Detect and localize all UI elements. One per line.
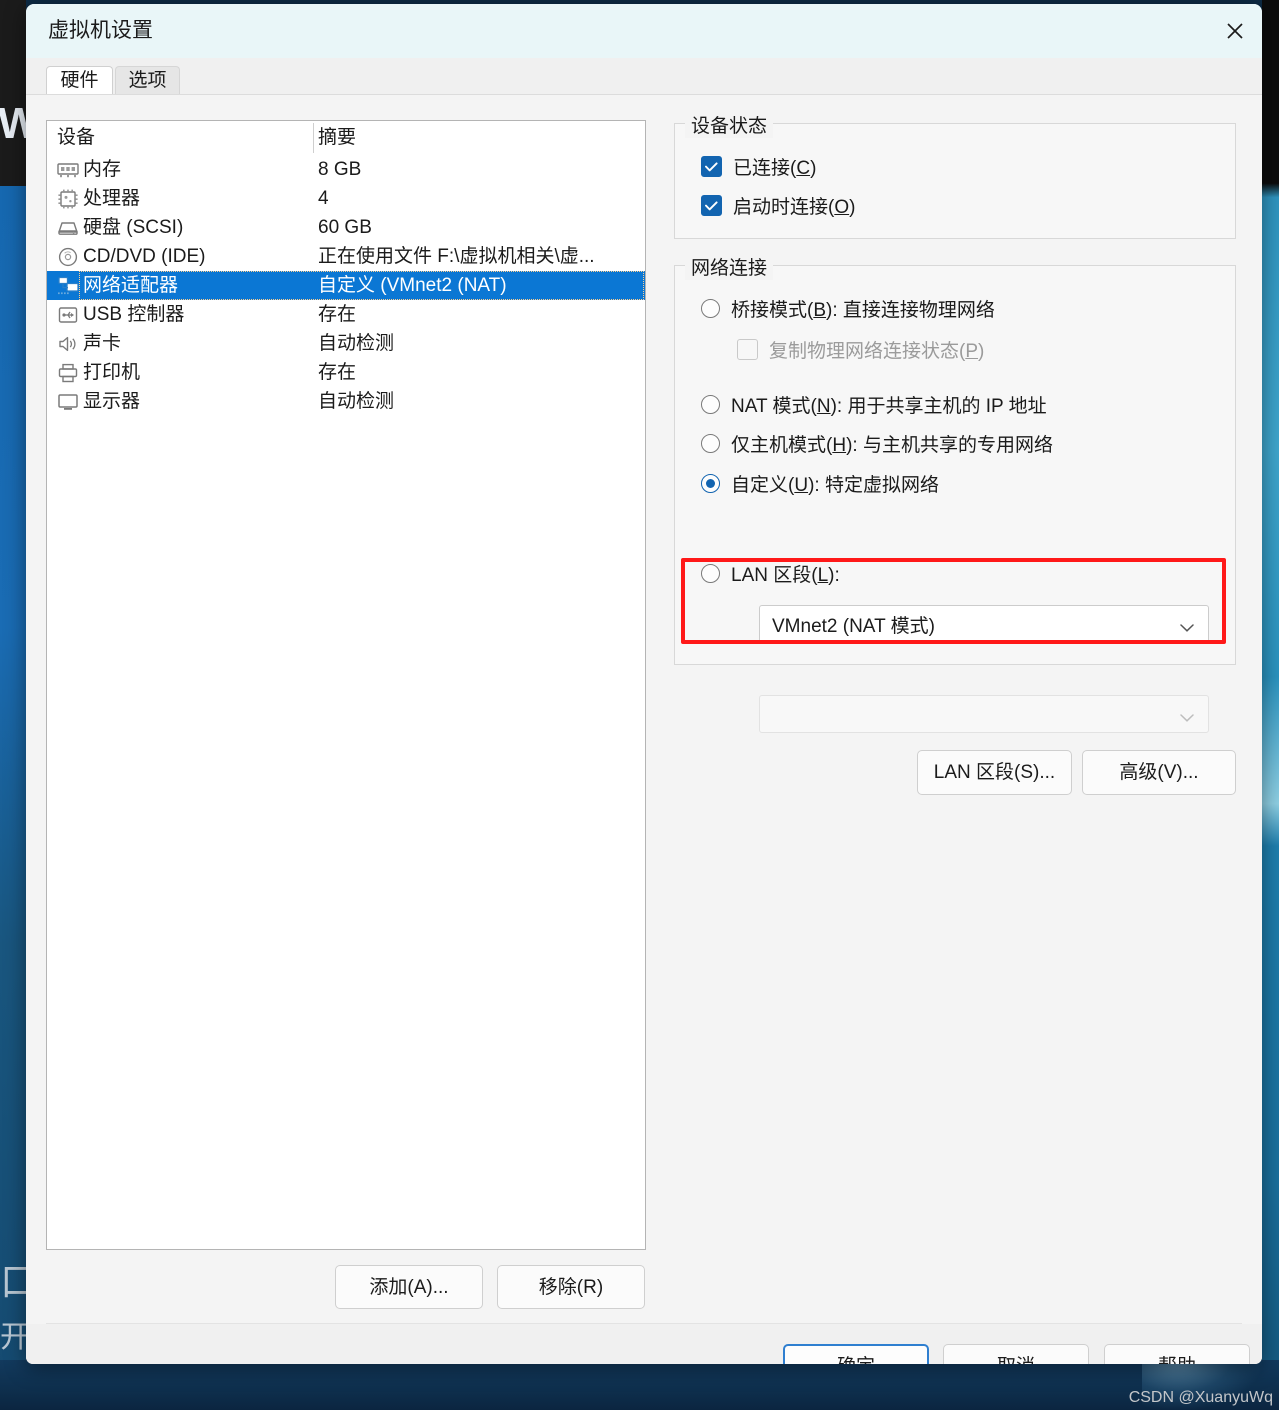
custom-network-value: VMnet2 (NAT 模式) xyxy=(772,615,935,637)
sound-icon xyxy=(55,335,81,353)
table-row[interactable]: 内存 8 GB xyxy=(47,155,645,184)
tab-options[interactable]: 选项 xyxy=(115,66,180,94)
backdrop-right-panel xyxy=(1262,0,1279,1410)
radio-custom[interactable]: 自定义(U): 特定虚拟网络 xyxy=(701,470,939,497)
device-summary: 存在 xyxy=(318,304,357,325)
radio-host-only[interactable]: 仅主机模式(H): 与主机共享的专用网络 xyxy=(701,430,1053,457)
backdrop-left-glyph-2: 开 xyxy=(0,1321,26,1354)
add-button[interactable]: 添加(A)... xyxy=(335,1265,483,1309)
device-name: CD/DVD (IDE) xyxy=(83,246,206,267)
backdrop-dark-strip xyxy=(0,0,26,186)
table-row[interactable]: 处理器 4 xyxy=(47,184,645,213)
checkbox-connected[interactable]: 已连接(C) xyxy=(701,153,816,180)
device-summary: 8 GB xyxy=(318,159,362,180)
checkbox-replicate-label: 复制物理网络连接状态(P) xyxy=(769,341,985,362)
checkbox-connect-at-poweron-label: 启动时连接(O) xyxy=(733,197,856,218)
network-icon xyxy=(55,276,81,296)
watermark: CSDN @XuanyuWq xyxy=(1128,1389,1273,1406)
device-list-header: 设备 摘要 xyxy=(47,121,645,155)
radio-selected-icon xyxy=(701,474,720,493)
lan-segment-dropdown[interactable] xyxy=(759,695,1209,733)
table-row[interactable]: CD/DVD (IDE) 正在使用文件 F:\虚拟机相关\虚... xyxy=(47,242,645,271)
device-summary: 自定义 (VMnet2 (NAT) xyxy=(318,275,507,296)
ok-button[interactable]: 确定 xyxy=(783,1344,929,1364)
checkbox-replicate-physical-state[interactable]: 复制物理网络连接状态(P) xyxy=(737,336,984,363)
tab-strip: 硬件 选项 xyxy=(26,58,1262,94)
device-name: 硬盘 (SCSI) xyxy=(83,217,184,238)
device-name: 处理器 xyxy=(83,188,141,209)
title-bar: 虚拟机设置 xyxy=(26,4,1262,58)
radio-circle-icon xyxy=(701,299,720,318)
radio-host-only-label: 仅主机模式(H): 与主机共享的专用网络 xyxy=(731,435,1053,456)
advanced-button[interactable]: 高级(V)... xyxy=(1082,750,1236,795)
radio-lan-segment[interactable]: LAN 区段(L): xyxy=(701,560,840,587)
display-icon xyxy=(55,393,81,411)
column-header-summary: 摘要 xyxy=(318,127,357,148)
column-divider xyxy=(313,123,314,153)
radio-custom-label: 自定义(U): 特定虚拟网络 xyxy=(731,475,939,496)
radio-circle-icon xyxy=(701,395,720,414)
device-summary: 自动检测 xyxy=(318,333,395,354)
tab-hardware[interactable]: 硬件 xyxy=(46,66,113,94)
cancel-button[interactable]: 取消 xyxy=(943,1344,1089,1364)
device-summary: 正在使用文件 F:\虚拟机相关\虚... xyxy=(318,246,595,267)
close-icon[interactable] xyxy=(1208,4,1262,58)
page-title: 虚拟机设置 xyxy=(48,19,153,42)
harddisk-icon xyxy=(55,220,81,236)
checkbox-empty-icon xyxy=(737,339,758,360)
device-name: USB 控制器 xyxy=(83,304,185,325)
radio-circle-icon xyxy=(701,434,720,453)
chevron-down-icon xyxy=(1180,710,1194,722)
radio-bridged-label: 桥接模式(B): 直接连接物理网络 xyxy=(731,300,995,321)
remove-button[interactable]: 移除(R) xyxy=(497,1265,645,1309)
vm-settings-dialog: 虚拟机设置 硬件 选项 设备 摘要 内存 8 GB 处理器 4 硬盘 (SCSI… xyxy=(26,4,1262,1364)
processor-icon xyxy=(55,189,81,209)
device-summary: 60 GB xyxy=(318,217,372,238)
radio-nat-label: NAT 模式(N): 用于共享主机的 IP 地址 xyxy=(731,396,1047,417)
device-summary: 自动检测 xyxy=(318,391,395,412)
lan-segment-button[interactable]: LAN 区段(S)... xyxy=(917,750,1072,795)
printer-icon xyxy=(55,363,81,383)
device-name: 网络适配器 xyxy=(83,275,179,296)
table-row-network-adapter[interactable]: 网络适配器 自定义 (VMnet2 (NAT) xyxy=(47,271,645,300)
column-header-device: 设备 xyxy=(57,127,96,148)
device-summary: 4 xyxy=(318,188,329,209)
backdrop-bottom-band xyxy=(0,1360,1279,1410)
device-status-title: 设备状态 xyxy=(685,111,774,138)
table-row[interactable]: 声卡 自动检测 xyxy=(47,329,645,358)
device-status-group: 设备状态 已连接(C) 启动时连接(O) xyxy=(674,111,1236,239)
backdrop-letter-w: W xyxy=(0,99,28,148)
usb-icon xyxy=(55,305,81,325)
checkmark-icon xyxy=(701,195,722,216)
radio-circle-icon xyxy=(701,564,720,583)
device-summary: 存在 xyxy=(318,362,357,383)
device-name: 内存 xyxy=(83,159,122,180)
radio-nat[interactable]: NAT 模式(N): 用于共享主机的 IP 地址 xyxy=(701,391,1047,418)
footer-divider xyxy=(46,1323,1242,1324)
table-row[interactable]: 打印机 存在 xyxy=(47,358,645,387)
checkbox-connected-label: 已连接(C) xyxy=(733,158,817,179)
custom-network-dropdown[interactable]: VMnet2 (NAT 模式) xyxy=(759,605,1209,643)
device-name: 打印机 xyxy=(83,362,141,383)
dialog-content: 设备 摘要 内存 8 GB 处理器 4 硬盘 (SCSI) 60 GB CD/D… xyxy=(26,94,1262,1324)
device-name: 声卡 xyxy=(83,333,122,354)
table-row[interactable]: 显示器 自动检测 xyxy=(47,387,645,416)
device-name: 显示器 xyxy=(83,391,141,412)
backdrop-left-glyph-1: 口 xyxy=(0,1262,26,1304)
help-button[interactable]: 帮助 xyxy=(1104,1344,1250,1364)
network-connection-title: 网络连接 xyxy=(685,253,774,280)
table-row[interactable]: 硬盘 (SCSI) 60 GB xyxy=(47,213,645,242)
table-row[interactable]: USB 控制器 存在 xyxy=(47,300,645,329)
backdrop-left-panel xyxy=(0,186,26,1410)
checkmark-icon xyxy=(701,156,722,177)
chevron-down-icon xyxy=(1180,620,1194,632)
checkbox-connect-at-poweron[interactable]: 启动时连接(O) xyxy=(701,192,855,219)
device-list[interactable]: 设备 摘要 内存 8 GB 处理器 4 硬盘 (SCSI) 60 GB CD/D… xyxy=(46,120,646,1250)
cddvd-icon xyxy=(55,247,81,267)
memory-icon xyxy=(55,162,81,178)
dialog-footer: 确定 取消 帮助 xyxy=(26,1323,1262,1364)
radio-bridged[interactable]: 桥接模式(B): 直接连接物理网络 xyxy=(701,295,995,322)
radio-lan-segment-label: LAN 区段(L): xyxy=(731,565,840,586)
